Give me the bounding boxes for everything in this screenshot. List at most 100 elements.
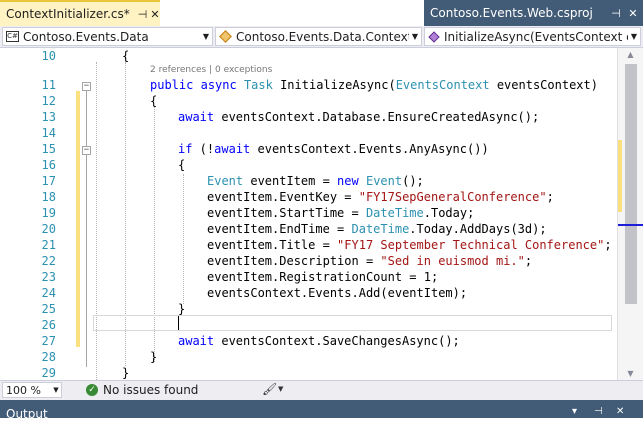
line-number: 23 (41, 270, 56, 284)
vertical-scrollbar[interactable]: ▲ ▼ (617, 48, 643, 380)
keyword: if (178, 142, 193, 156)
code-line-20: eventItem.EndTime = DateTime.Today.AddDa… (207, 221, 547, 237)
collapse-icon[interactable]: − (82, 82, 91, 91)
method-icon (428, 30, 440, 43)
chevron-down-icon[interactable]: ▼ (278, 385, 283, 393)
code-line-16: { (178, 157, 185, 173)
punctuation: ; (546, 190, 554, 204)
statement: eventItem.EndTime = (207, 222, 352, 236)
chevron-down-icon[interactable]: ▼ (200, 32, 212, 41)
keyword: async (200, 78, 237, 92)
code-line-22: eventItem.Description = "Sed in euismod … (207, 253, 532, 269)
line-number: 20 (41, 222, 56, 236)
punctuation: (! (192, 142, 215, 156)
line-number: 14 (41, 126, 56, 140)
line-number: 15 (41, 142, 56, 156)
statement: eventItem.EventKey = (207, 190, 359, 204)
code-line-27: await eventsContext.SaveChangesAsync(); (178, 333, 460, 349)
output-panel-header[interactable]: Output ▾ ⊣ ✕ (0, 400, 643, 421)
document-tab-strip: ContextInitializer.cs* ⊣ ✕ Contoso.Event… (0, 0, 643, 26)
code-cleanup-brush-icon[interactable]: 🖌 (262, 382, 277, 396)
keyword: new (337, 174, 359, 188)
statement: .Today; (423, 206, 475, 220)
type-name: EventsContext (395, 78, 490, 92)
code-line-25: } (178, 301, 185, 317)
line-number: 12 (41, 94, 56, 108)
statement: eventsContext.Events.Add(eventItem); (207, 286, 468, 300)
scroll-up-icon[interactable]: ▲ (618, 50, 643, 59)
codelens-references[interactable]: 2 references | 0 exceptions (150, 64, 272, 76)
project-dropdown[interactable]: C# Contoso.Events.Data ▼ (2, 27, 213, 46)
scroll-down-icon[interactable]: ▼ (618, 369, 643, 378)
chevron-down-icon[interactable]: ▼ (409, 32, 421, 41)
line-number: 13 (41, 110, 56, 124)
keyword: public (150, 78, 194, 92)
scrollbar-thumb[interactable] (625, 64, 637, 304)
line-number: 28 (41, 350, 56, 364)
line-number: 29 (41, 366, 56, 380)
member-dropdown-value: InitializeAsync(EventsContext eve (444, 29, 628, 44)
line-number-margin: 10 11 12 13 14 15 16 17 18 19 20 21 22 23 24 25 26 27 28 29 (18, 48, 60, 380)
type-name: DateTime (351, 222, 410, 236)
code-line-10: { (122, 48, 129, 64)
code-line-28: } (150, 349, 157, 365)
string-literal: "FY17 September Technical Conference" (337, 238, 605, 252)
chevron-down-icon[interactable]: ▾ (572, 406, 577, 417)
keyword: await (178, 110, 215, 124)
change-margin (76, 187, 80, 347)
punctuation: ; (604, 238, 612, 252)
code-line-19: eventItem.StartTime = DateTime.Today; (207, 205, 474, 221)
pin-icon[interactable]: ⊣ (594, 406, 603, 417)
keyword: await (214, 142, 251, 156)
change-marker (618, 140, 622, 212)
indent-guide (96, 62, 97, 380)
code-editor[interactable]: 10 11 12 13 14 15 16 17 18 19 20 21 22 23 24 25 26 27 28 29… (0, 48, 617, 380)
chevron-down-icon[interactable]: ▼ (51, 386, 61, 394)
glyph-margin[interactable] (0, 48, 18, 380)
brace: { (178, 158, 186, 172)
type-dropdown[interactable]: Contoso.Events.Data.ContextIniti ▼ (215, 27, 422, 46)
tab-contoso-events-web-csproj[interactable]: Contoso.Events.Web.csproj ⊣ ✕ (424, 0, 643, 26)
statement: eventsContext.Database.EnsureCreatedAsyn… (214, 110, 540, 124)
punctuation: (); (402, 174, 424, 188)
collapse-icon[interactable]: − (82, 146, 91, 155)
line-number: 10 (41, 49, 56, 63)
pin-icon[interactable]: ⊣ (138, 8, 148, 21)
editor-status-bar: 100 % ▼ ✓ No issues found 🖌 ▼ (0, 380, 643, 400)
tab-title: ContextInitializer.cs* (6, 7, 130, 21)
indent-guide (183, 174, 184, 304)
code-line-11: public async Task InitializeAsync(Events… (150, 77, 598, 93)
brace: { (122, 49, 130, 63)
brace: } (178, 302, 186, 316)
code-line-12: { (150, 93, 157, 109)
brace: } (122, 366, 130, 380)
member-dropdown[interactable]: InitializeAsync(EventsContext eve ▼ (424, 27, 641, 46)
type-dropdown-value: Contoso.Events.Data.ContextIniti (236, 29, 409, 44)
tab-contextinitializer[interactable]: ContextInitializer.cs* ⊣ ✕ (0, 0, 160, 26)
zoom-dropdown[interactable]: 100 % ▼ (2, 382, 62, 398)
statement: eventItem.StartTime = (207, 206, 366, 220)
code-line-15: if (!await eventsContext.Events.AnyAsync… (178, 141, 489, 157)
code-line-17: Event eventItem = new Event(); (207, 173, 424, 189)
string-literal: "Sed in euismod mi." (380, 254, 525, 268)
close-icon[interactable]: ✕ (626, 7, 640, 20)
statement: eventItem = (243, 174, 338, 188)
string-literal: "FY17SepGeneralConference" (358, 190, 547, 204)
close-icon[interactable]: ✕ (616, 406, 624, 417)
line-number: 26 (41, 318, 56, 332)
close-icon[interactable]: ✕ (150, 8, 159, 21)
statement: eventsContext.SaveChangesAsync(); (214, 334, 460, 348)
current-line-highlight (93, 315, 612, 331)
line-number: 25 (41, 302, 56, 316)
chevron-down-icon[interactable]: ▼ (628, 32, 640, 41)
code-line-21: eventItem.Title = "FY17 September Techni… (207, 237, 612, 253)
line-number: 17 (41, 174, 56, 188)
text-caret (178, 316, 179, 330)
line-number: 22 (41, 254, 56, 268)
issues-indicator[interactable]: ✓ No issues found (86, 383, 198, 397)
code-line-18: eventItem.EventKey = "FY17SepGeneralConf… (207, 189, 554, 205)
change-margin (76, 91, 80, 187)
brace: { (150, 94, 158, 108)
pin-icon[interactable]: ⊣ (609, 7, 623, 20)
line-number: 19 (41, 206, 56, 220)
